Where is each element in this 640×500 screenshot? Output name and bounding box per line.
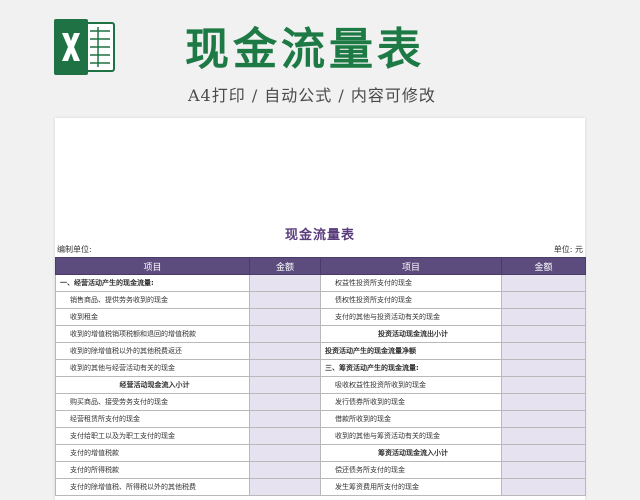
table-row: 支付的增值税款 筹资活动现金流入小计 [55, 444, 586, 462]
table-row: 收到的增值税销项税额和退回的增值税款 投资活动现金流出小计 [55, 325, 586, 343]
amount-cell[interactable] [501, 342, 586, 360]
item-cell[interactable]: 经营活动现金流入小计 [55, 376, 250, 394]
column-header-amount: 金额 [501, 257, 586, 275]
item-cell[interactable]: 支付的除增值税、所得税以外的其他税费 [55, 478, 250, 496]
item-cell[interactable]: 发生筹资费用所支付的现金 [320, 478, 502, 496]
spreadsheet-preview: 现金流量表 编制单位: 单位: 元 项目 金额 项目 金额 一、经营活动产生的现… [55, 118, 586, 500]
table-row: 支付给职工以及为职工支付的现金 收到的其他与筹资活动有关的现金 [55, 427, 586, 445]
amount-cell[interactable] [501, 478, 586, 496]
amount-cell[interactable] [501, 359, 586, 377]
amount-cell[interactable] [249, 342, 321, 360]
item-cell[interactable]: 支付的其他与投资活动有关的现金 [320, 308, 502, 326]
column-header-amount: 金额 [249, 257, 321, 275]
table-row: 收到租金 支付的其他与投资活动有关的现金 [55, 308, 586, 326]
amount-cell[interactable] [249, 274, 321, 292]
banner-header: 现金流量表 A4打印 / 自动公式 / 内容可修改 [0, 0, 640, 118]
item-cell[interactable]: 收到的其他与筹资活动有关的现金 [320, 427, 502, 445]
table-row: 支付的除增值税、所得税以外的其他税费 发生筹资费用所支付的现金 [55, 478, 586, 496]
item-cell[interactable]: 偿还债务所支付的现金 [320, 461, 502, 479]
page-subtitle: A4打印 / 自动公式 / 内容可修改 [188, 86, 436, 105]
amount-cell[interactable] [501, 376, 586, 394]
excel-icon [54, 19, 115, 75]
item-cell[interactable]: 收到租金 [55, 308, 250, 326]
amount-cell[interactable] [501, 461, 586, 479]
amount-cell[interactable] [249, 376, 321, 394]
cash-flow-table: 项目 金额 项目 金额 一、经营活动产生的现金流量: 权益性投资所支付的现金 销售商… [55, 257, 586, 496]
amount-cell[interactable] [249, 359, 321, 377]
table-header-row: 项目 金额 项目 金额 [55, 257, 586, 275]
amount-cell[interactable] [501, 308, 586, 326]
amount-cell[interactable] [501, 410, 586, 428]
item-cell[interactable]: 投资活动产生的现金流量净额 [320, 342, 502, 360]
amount-cell[interactable] [249, 461, 321, 479]
item-cell[interactable]: 购买商品、接受劳务支付的现金 [55, 393, 250, 411]
table-row: 支付的所得税款 偿还债务所支付的现金 [55, 461, 586, 479]
amount-cell[interactable] [249, 393, 321, 411]
table-row: 一、经营活动产生的现金流量: 权益性投资所支付的现金 [55, 274, 586, 292]
item-cell[interactable]: 收到的其他与经营活动有关的现金 [55, 359, 250, 377]
item-cell[interactable]: 销售商品、提供劳务收到的现金 [55, 291, 250, 309]
item-cell[interactable]: 收到的除增值税以外的其他税费返还 [55, 342, 250, 360]
item-cell[interactable]: 筹资活动现金流入小计 [320, 444, 502, 462]
item-cell[interactable]: 投资活动现金流出小计 [320, 325, 502, 343]
item-cell[interactable]: 发行债券所收到的现金 [320, 393, 502, 411]
item-cell[interactable]: 支付给职工以及为职工支付的现金 [55, 427, 250, 445]
amount-cell[interactable] [249, 308, 321, 326]
page-title: 现金流量表 [185, 24, 425, 75]
table-row: 销售商品、提供劳务收到的现金 债权性投资所支付的现金 [55, 291, 586, 309]
amount-cell[interactable] [249, 291, 321, 309]
amount-cell[interactable] [249, 410, 321, 428]
column-header-item: 项目 [320, 257, 502, 275]
item-cell[interactable]: 借款所收到的现金 [320, 410, 502, 428]
table-row: 购买商品、接受劳务支付的现金 发行债券所收到的现金 [55, 393, 586, 411]
table-row: 收到的其他与经营活动有关的现金 三、筹资活动产生的现金流量: [55, 359, 586, 377]
amount-cell[interactable] [501, 274, 586, 292]
amount-cell[interactable] [249, 325, 321, 343]
amount-cell[interactable] [501, 393, 586, 411]
unit-label: 单位: 元 [553, 245, 583, 254]
amount-cell[interactable] [249, 478, 321, 496]
amount-cell[interactable] [501, 325, 586, 343]
item-cell[interactable]: 支付的所得税款 [55, 461, 250, 479]
company-label: 编制单位: [57, 245, 92, 254]
item-cell[interactable]: 权益性投资所支付的现金 [320, 274, 502, 292]
item-cell[interactable]: 经营租赁所支付的现金 [55, 410, 250, 428]
item-cell[interactable]: 三、筹资活动产生的现金流量: [320, 359, 502, 377]
amount-cell[interactable] [501, 427, 586, 445]
amount-cell[interactable] [501, 444, 586, 462]
amount-cell[interactable] [501, 291, 586, 309]
table-row: 经营活动现金流入小计 吸收权益性投资所收到的现金 [55, 376, 586, 394]
item-cell[interactable]: 吸收权益性投资所收到的现金 [320, 376, 502, 394]
item-cell[interactable]: 一、经营活动产生的现金流量: [55, 274, 250, 292]
item-cell[interactable]: 收到的增值税销项税额和退回的增值税款 [55, 325, 250, 343]
item-cell[interactable]: 支付的增值税款 [55, 444, 250, 462]
table-row: 收到的除增值税以外的其他税费返还 投资活动产生的现金流量净额 [55, 342, 586, 360]
amount-cell[interactable] [249, 427, 321, 445]
table-row: 经营租赁所支付的现金 借款所收到的现金 [55, 410, 586, 428]
amount-cell[interactable] [249, 444, 321, 462]
column-header-item: 项目 [55, 257, 250, 275]
sheet-title: 现金流量表 [284, 228, 355, 243]
item-cell[interactable]: 债权性投资所支付的现金 [320, 291, 502, 309]
